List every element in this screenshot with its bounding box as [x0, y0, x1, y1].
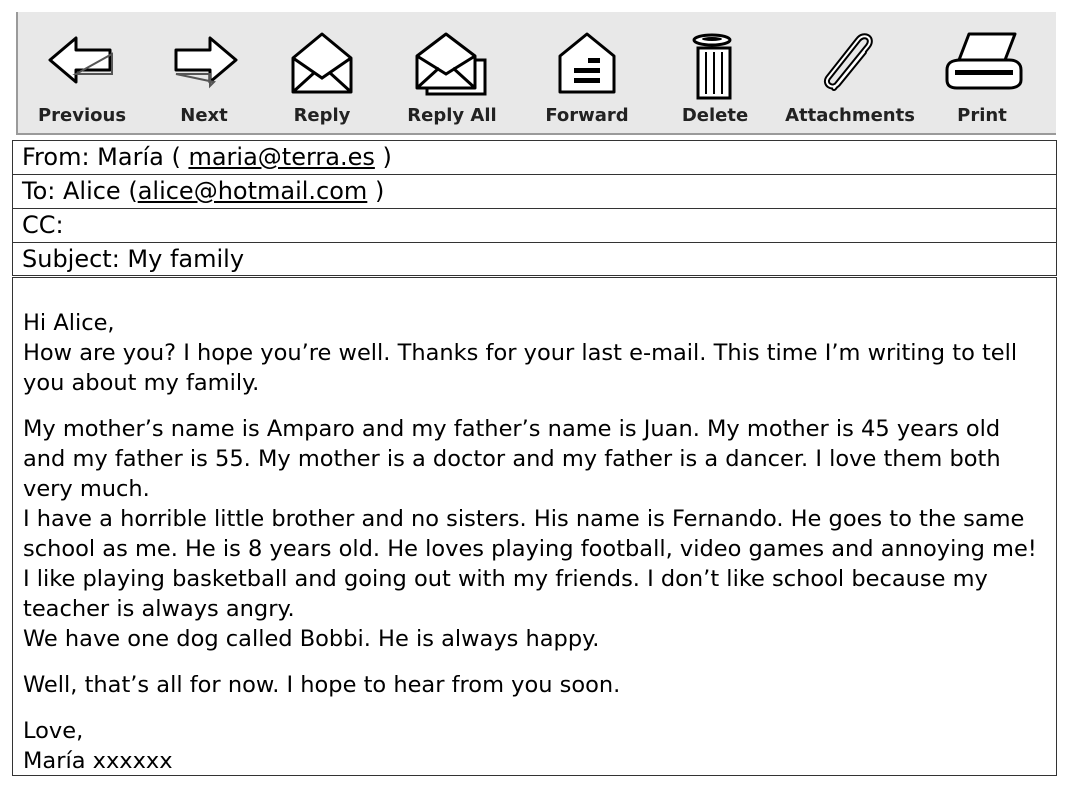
previous-button[interactable]: Previous: [33, 12, 131, 133]
from-suffix: ): [374, 143, 392, 171]
arrow-left-icon: [48, 36, 113, 84]
from-row: From: María ( maria@terra.es ): [12, 140, 1057, 174]
next-label: Next: [180, 105, 228, 126]
from-email-link[interactable]: maria@terra.es: [188, 143, 374, 171]
next-button[interactable]: Next: [158, 12, 250, 133]
forward-button[interactable]: Forward: [535, 12, 639, 133]
delete-button[interactable]: Delete: [668, 12, 762, 133]
message-paragraph: We have one dog called Bobbi. He is alwa…: [23, 626, 600, 652]
message-body: Hi Alice, How are you? I hope you’re wel…: [12, 277, 1057, 776]
delete-label: Delete: [681, 105, 749, 126]
message-paragraph: I have a horrible little brother and no …: [23, 506, 1037, 622]
greeting: Hi Alice,: [23, 310, 115, 336]
print-button[interactable]: Print: [936, 12, 1028, 133]
reply-label: Reply: [293, 105, 351, 126]
reply-all-label: Reply All: [407, 105, 497, 126]
printer-icon: [945, 32, 1023, 90]
stacked-envelopes-icon: [415, 32, 487, 96]
signature: María xxxxxx: [23, 748, 173, 774]
cc-row: CC:: [12, 208, 1057, 242]
to-row: To: Alice (alice@hotmail.com ): [12, 174, 1057, 208]
subject-label: Subject: My family: [22, 245, 245, 273]
forward-envelope-icon: [558, 32, 616, 94]
message-paragraph: How are you? I hope you’re well. Thanks …: [23, 340, 1018, 396]
email-toolbar: Previous Next Reply Reply All Forward De…: [16, 12, 1056, 135]
to-suffix: ): [367, 177, 385, 205]
email-headers: From: María ( maria@terra.es ) To: Alice…: [12, 140, 1057, 276]
reply-all-button[interactable]: Reply All: [400, 12, 504, 133]
attachments-button[interactable]: Attachments: [784, 12, 916, 133]
to-email-link[interactable]: alice@hotmail.com: [138, 177, 368, 205]
closing: Love,: [23, 718, 84, 744]
from-label: From: María (: [22, 143, 189, 171]
arrow-right-icon: [174, 36, 238, 89]
paperclip-icon: [824, 33, 873, 91]
forward-label: Forward: [545, 105, 629, 126]
attachments-label: Attachments: [785, 105, 915, 126]
reply-button[interactable]: Reply: [272, 12, 372, 133]
cc-label: CC:: [22, 211, 64, 239]
open-envelope-icon: [291, 32, 353, 94]
print-label: Print: [957, 105, 1007, 126]
subject-row: Subject: My family: [12, 242, 1057, 276]
trash-can-icon: [692, 33, 732, 100]
previous-label: Previous: [37, 105, 127, 126]
message-paragraph: Well, that’s all for now. I hope to hear…: [23, 672, 621, 698]
to-label: To: Alice (: [22, 177, 138, 205]
message-paragraph: My mother’s name is Amparo and my father…: [23, 416, 1001, 502]
